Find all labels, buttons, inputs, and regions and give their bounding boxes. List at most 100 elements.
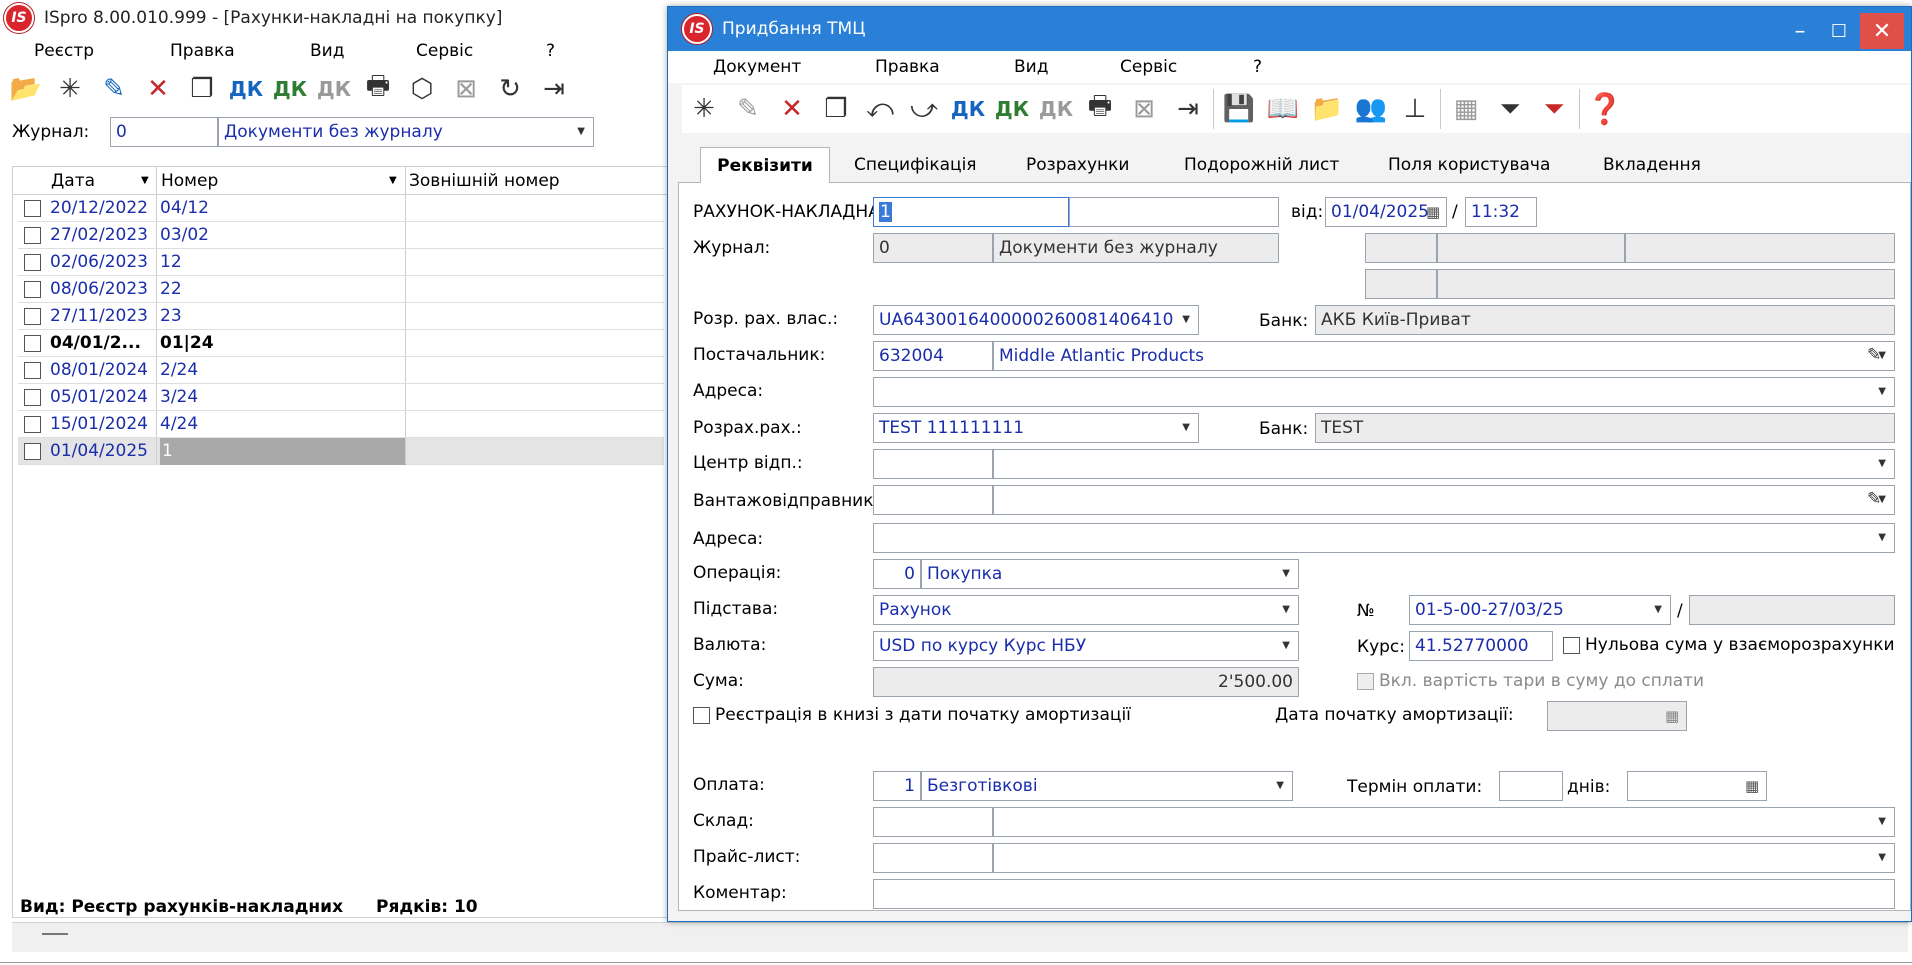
- excel-icon[interactable]: ⊠: [1122, 87, 1166, 131]
- filter-icon[interactable]: ⏷: [1488, 87, 1532, 131]
- registration-checkbox[interactable]: [693, 707, 710, 724]
- table-row[interactable]: 27/02/2023 03/02: [18, 222, 664, 249]
- amort-calendar-icon[interactable]: ▦: [1665, 707, 1679, 725]
- package-icon[interactable]: ⬡: [400, 67, 444, 111]
- menu-service[interactable]: Сервіс: [1120, 57, 1177, 77]
- debit-credit-icon[interactable]: ДК: [224, 67, 268, 111]
- supplier-account-select[interactable]: TEST 111111111: [873, 413, 1199, 443]
- pay-term-field[interactable]: [1499, 771, 1563, 801]
- menu-edit[interactable]: Правка: [875, 57, 940, 77]
- maximize-button[interactable]: ☐: [1816, 13, 1862, 49]
- menu-view[interactable]: Вид: [1014, 57, 1048, 77]
- row-checkbox[interactable]: [24, 254, 41, 271]
- shipper-select[interactable]: [993, 485, 1895, 515]
- shipper-code-field[interactable]: [873, 485, 993, 515]
- help-icon[interactable]: ❓: [1583, 87, 1627, 131]
- table-row[interactable]: 27/11/2023 23: [18, 303, 664, 330]
- edit-line-icon[interactable]: ✎: [726, 87, 770, 131]
- menu-edit[interactable]: Правка: [170, 41, 235, 61]
- delete-line-icon[interactable]: ✕: [770, 87, 814, 131]
- table-row-selected[interactable]: 01/04/2025 1: [18, 438, 664, 465]
- tab-specification[interactable]: Специфікація: [854, 147, 977, 183]
- table-row[interactable]: 05/01/2024 3/24: [18, 384, 664, 411]
- tare-checkbox[interactable]: [1357, 673, 1374, 690]
- users-icon[interactable]: 👥: [1349, 87, 1393, 131]
- basis-select[interactable]: Рахунок: [873, 595, 1299, 625]
- book-icon[interactable]: 📖: [1261, 87, 1305, 131]
- row-checkbox[interactable]: [24, 443, 41, 460]
- row-checkbox[interactable]: [24, 227, 41, 244]
- menu-document[interactable]: Документ: [713, 57, 801, 77]
- table-row[interactable]: 04/01/2... 01|24: [18, 330, 664, 357]
- currency-select[interactable]: USD по курсу Курс НБУ: [873, 631, 1299, 661]
- time-field[interactable]: 11:32: [1465, 197, 1537, 227]
- save-icon[interactable]: 💾: [1217, 87, 1261, 131]
- resp-center-code-field[interactable]: [873, 449, 993, 479]
- new-line-icon[interactable]: ✳: [682, 87, 726, 131]
- tab-user-fields[interactable]: Поля користувача: [1388, 147, 1550, 183]
- journal-select[interactable]: Документи без журналу: [218, 117, 594, 147]
- own-account-select[interactable]: UA6430016400000260081406410: [873, 305, 1199, 335]
- warehouse-code-field[interactable]: [873, 807, 993, 837]
- open-folder-icon[interactable]: 📂: [4, 67, 48, 111]
- row-checkbox[interactable]: [24, 416, 41, 433]
- col-number-sort-icon[interactable]: ▼: [389, 167, 397, 195]
- table-row[interactable]: 02/06/2023 12: [18, 249, 664, 276]
- copy-line-icon[interactable]: ❐: [814, 87, 858, 131]
- basis-number-select[interactable]: 01-5-00-27/03/25: [1409, 595, 1671, 625]
- debit-credit-unpost-icon[interactable]: ДК: [312, 67, 356, 111]
- row-checkbox[interactable]: [24, 362, 41, 379]
- col-date-sort-icon[interactable]: ▼: [141, 167, 149, 195]
- col-number[interactable]: Номер: [161, 167, 218, 195]
- col-external-number[interactable]: Зовнішній номер: [409, 167, 560, 195]
- zero-sum-checkbox[interactable]: [1563, 637, 1580, 654]
- warehouse-select[interactable]: [993, 807, 1895, 837]
- import-icon[interactable]: ⤺: [858, 87, 902, 131]
- row-checkbox[interactable]: [24, 308, 41, 325]
- tab-waybill[interactable]: Подорожній лист: [1184, 147, 1339, 183]
- new-document-icon[interactable]: ✳: [48, 67, 92, 111]
- hierarchy-icon[interactable]: ⊥: [1393, 87, 1437, 131]
- menu-registry[interactable]: Реєстр: [34, 41, 94, 61]
- export-icon[interactable]: ⤻: [902, 87, 946, 131]
- supplier-code-field[interactable]: 632004: [873, 341, 993, 371]
- exit-icon[interactable]: ⇥: [1166, 87, 1210, 131]
- shipper-address-select[interactable]: [873, 523, 1895, 553]
- supplier-name-select[interactable]: Middle Atlantic Products: [993, 341, 1895, 371]
- payment-code-field[interactable]: 1: [873, 771, 921, 801]
- print-icon[interactable]: 🖶: [356, 67, 400, 111]
- invoice-number-field[interactable]: 1: [873, 197, 1069, 227]
- tab-calculations[interactable]: Розрахунки: [1026, 147, 1129, 183]
- payment-select[interactable]: Безготівкові: [921, 771, 1293, 801]
- comment-field[interactable]: [873, 879, 1895, 909]
- table-row[interactable]: 20/12/2022 04/12: [18, 195, 664, 222]
- price-list-select[interactable]: [993, 843, 1895, 873]
- address-select[interactable]: [873, 377, 1895, 407]
- table-row[interactable]: 15/01/2024 4/24: [18, 411, 664, 438]
- debit-credit-icon[interactable]: ДК: [946, 87, 990, 131]
- refresh-icon[interactable]: ↻: [488, 67, 532, 111]
- table-row[interactable]: 08/06/2023 22: [18, 276, 664, 303]
- calendar-icon[interactable]: ▦: [1426, 203, 1440, 221]
- folder-icon[interactable]: 📁: [1305, 87, 1349, 131]
- menu-help[interactable]: ?: [1253, 57, 1262, 77]
- grid-icon[interactable]: ▦: [1444, 87, 1488, 131]
- menu-view[interactable]: Вид: [310, 41, 344, 61]
- row-checkbox[interactable]: [24, 389, 41, 406]
- exit-icon[interactable]: ⇥: [532, 67, 576, 111]
- shipper-edit-icon[interactable]: ✎: [1867, 489, 1881, 509]
- row-checkbox[interactable]: [24, 335, 41, 352]
- copy-document-icon[interactable]: ❐: [180, 67, 224, 111]
- supplier-edit-icon[interactable]: ✎: [1867, 345, 1881, 365]
- print-preview-icon[interactable]: 🖶: [1078, 87, 1122, 131]
- resp-center-select[interactable]: [993, 449, 1895, 479]
- debit-credit-post-icon[interactable]: ДК: [990, 87, 1034, 131]
- menu-help[interactable]: ?: [546, 41, 555, 61]
- tab-attachments[interactable]: Вкладення: [1603, 147, 1701, 183]
- debit-credit-post-icon[interactable]: ДК: [268, 67, 312, 111]
- clear-filter-icon[interactable]: ⏷: [1532, 87, 1576, 131]
- invoice-number-extra-field[interactable]: [1069, 197, 1279, 227]
- operation-select[interactable]: Покупка: [921, 559, 1299, 589]
- row-checkbox[interactable]: [24, 200, 41, 217]
- rate-field[interactable]: 41.52770000: [1409, 631, 1553, 661]
